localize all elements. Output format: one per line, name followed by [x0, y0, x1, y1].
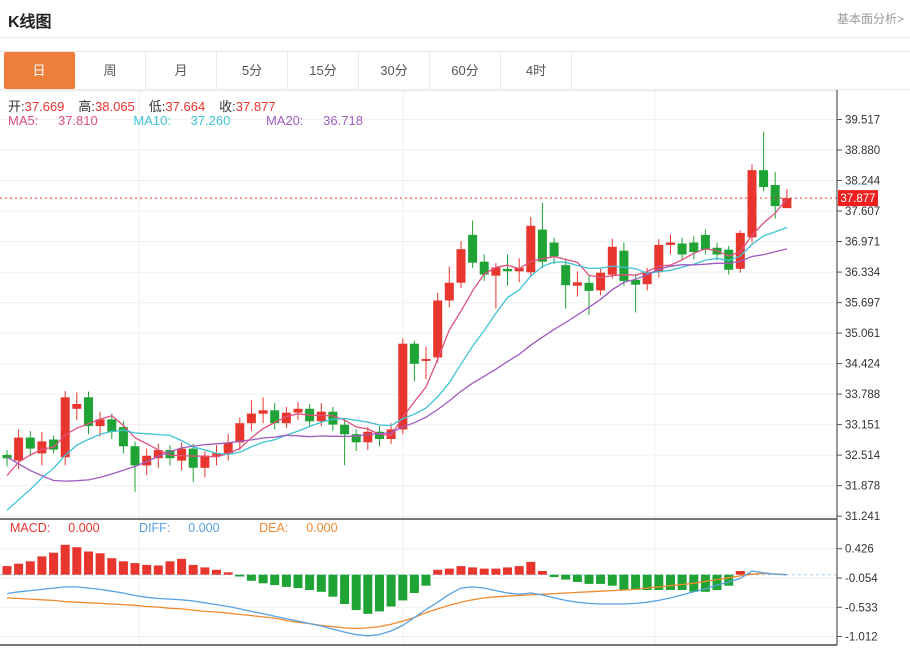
svg-text:33.788: 33.788: [845, 389, 880, 401]
svg-text:33.151: 33.151: [845, 420, 880, 432]
page-title: K线图: [8, 8, 52, 32]
tab-30min[interactable]: 30分: [359, 52, 430, 89]
svg-text:31.241: 31.241: [845, 511, 880, 523]
svg-text:32.514: 32.514: [845, 450, 881, 462]
ma10-legend: MA10: 37.260: [133, 113, 246, 128]
page-header: K线图 基本面分析>: [0, 0, 910, 38]
svg-text:36.971: 36.971: [845, 237, 880, 249]
close-label: 收:: [219, 99, 236, 114]
open-value: 37.669: [25, 99, 65, 114]
dea-value-legend: DEA:0.000: [259, 521, 355, 535]
svg-text:0.426: 0.426: [845, 544, 874, 556]
fundamental-analysis-link[interactable]: 基本面分析>: [837, 10, 904, 27]
current-price-marker: 37.877: [840, 193, 875, 205]
svg-text:34.424: 34.424: [845, 359, 881, 371]
high-value: 38.065: [95, 99, 135, 114]
interval-tabbar: 日周月5分15分30分60分4时: [0, 51, 910, 90]
svg-text:38.244: 38.244: [845, 176, 881, 188]
svg-text:31.878: 31.878: [845, 481, 880, 493]
close-value: 37.877: [236, 99, 276, 114]
tab-5min[interactable]: 5分: [217, 52, 288, 89]
svg-text:36.334: 36.334: [845, 267, 881, 279]
tab-60min[interactable]: 60分: [430, 52, 501, 89]
tab-day[interactable]: 日: [4, 52, 75, 89]
high-label: 高:: [78, 99, 95, 114]
svg-text:-1.012: -1.012: [845, 632, 878, 644]
svg-text:35.061: 35.061: [845, 328, 880, 340]
chart-area: 37.877 39.517 38.880 38.244 37.607 36.971 36.3…: [0, 90, 910, 652]
ma-legend: MA5: 37.810 MA10: 37.260 MA20: 36.718: [8, 113, 395, 128]
svg-text:35.697: 35.697: [845, 298, 880, 310]
diff-value-legend: DIFF:0.000: [139, 521, 238, 535]
ma5-legend: MA5: 37.810: [8, 113, 114, 128]
svg-text:-0.533: -0.533: [845, 602, 878, 614]
low-value: 37.664: [165, 99, 205, 114]
low-label: 低:: [149, 99, 166, 114]
macd-legend: MACD:0.000 DIFF:0.000 DEA:0.000: [10, 521, 374, 535]
svg-text:39.517: 39.517: [845, 115, 880, 127]
kline-chart-canvas[interactable]: 37.877 39.517 38.880 38.244 37.607 36.971 36.3…: [0, 90, 910, 652]
tab-week[interactable]: 周: [75, 52, 146, 89]
tab-month[interactable]: 月: [146, 52, 217, 89]
open-label: 开:: [8, 99, 25, 114]
kline-page: K线图 基本面分析> 日周月5分15分30分60分4时 37.877 39.517…: [0, 0, 910, 650]
svg-text:-0.054: -0.054: [845, 573, 878, 585]
tab-15min[interactable]: 15分: [288, 52, 359, 89]
svg-text:38.880: 38.880: [845, 145, 880, 157]
macd-value-legend: MACD:0.000: [10, 521, 118, 535]
ma20-legend: MA20: 36.718: [266, 113, 379, 128]
tab-4hour[interactable]: 4时: [501, 52, 572, 89]
svg-text:37.607: 37.607: [845, 206, 880, 218]
